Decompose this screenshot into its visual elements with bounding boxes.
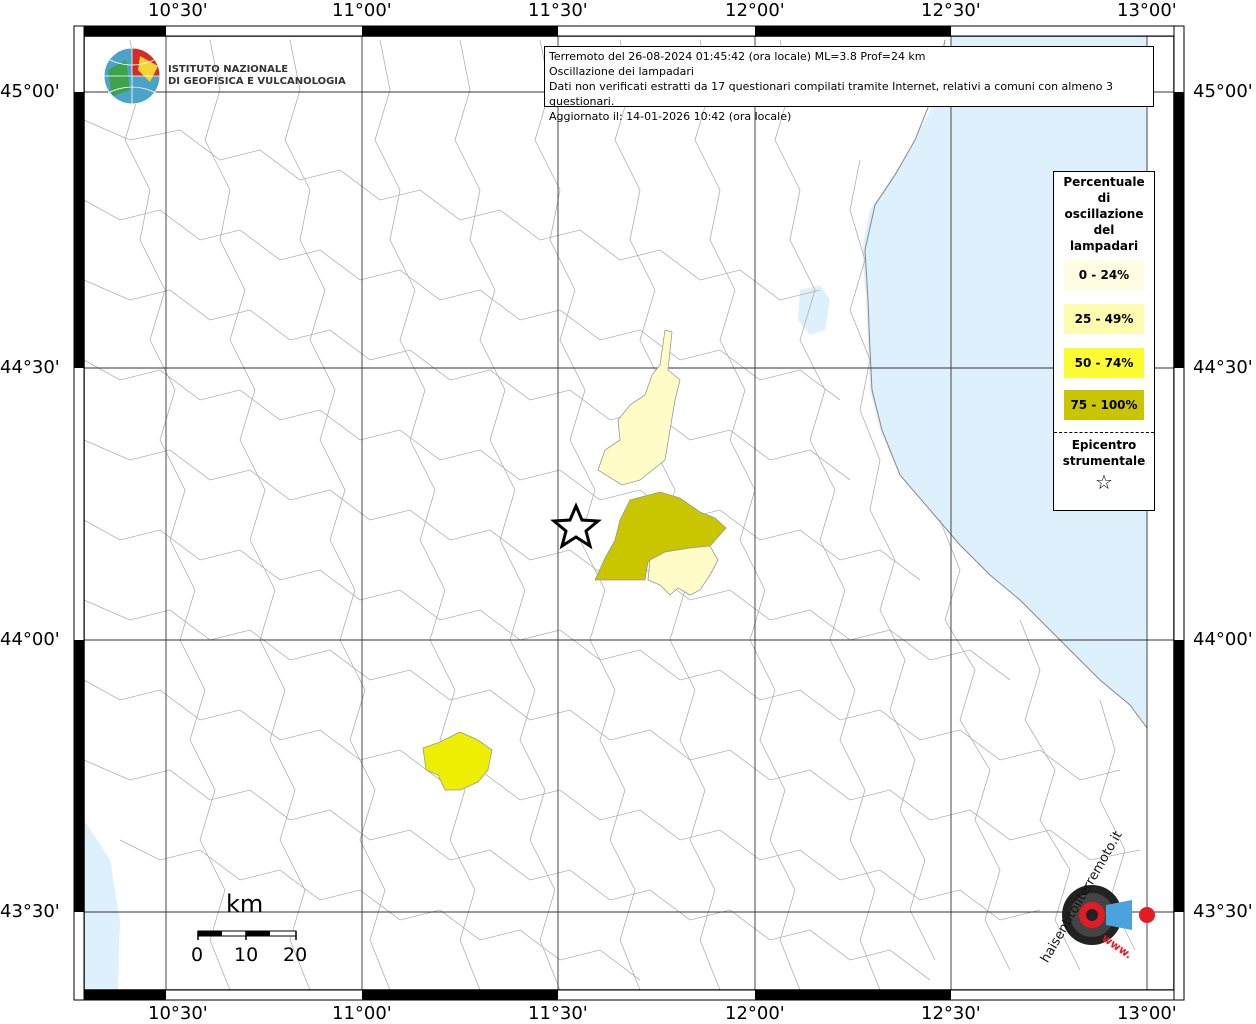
legend-epicenter-label-1: Epicentro [1071,438,1137,452]
epicenter-star [550,502,602,550]
legend-title: Percentuale di oscillazione del lampadar… [1054,174,1154,254]
institute-line-1: ISTITUTO NAZIONALE [168,64,289,75]
scale-tick-0: 0 [191,944,204,966]
map-subject: Oscillazione dei lampadari [549,65,694,78]
scale-unit: km [226,890,264,918]
legend-title-line: di [1097,191,1111,205]
scale-tick-10: 10 [234,944,259,966]
legend-swatch-75-100: 75 - 100% [1064,390,1144,420]
lat-label-right-3: 44°00' [1193,629,1253,650]
lon-label-bottom-3: 11°30' [528,1003,588,1024]
legend-title-line: lampadari [1069,239,1139,253]
lon-label-top-1: 10°30' [148,0,208,21]
scale-bar [197,930,297,940]
institute-name: ISTITUTO NAZIONALE DI GEOFISICA E VULCAN… [168,64,346,88]
lon-label-top-4: 12°00' [725,0,785,21]
legend-swatch-0-24: 0 - 24% [1064,260,1144,290]
data-note: Dati non verificati estratti da 17 quest… [549,80,1114,108]
sea [84,36,1147,990]
legend: Percentuale di oscillazione del lampadar… [1053,171,1155,511]
lon-label-top-2: 11°00' [332,0,392,21]
legend-title-line: del [1093,223,1115,237]
lat-label-right-4: 43°30' [1193,901,1253,922]
legend-swatch-25-49: 25 - 49% [1064,304,1144,334]
legend-swatch-50-74: 50 - 74% [1064,348,1144,378]
lat-label-left-3: 44°00' [0,629,60,650]
area-50-74 [422,731,493,791]
legend-title-line: Percentuale [1063,175,1145,189]
lon-label-bottom-2: 11°00' [332,1003,392,1024]
lat-label-left-2: 44°30' [0,357,60,378]
lon-label-top-6: 13°00' [1117,0,1177,21]
event-title: Terremoto del 26-08-2024 01:45:42 (ora l… [549,50,926,63]
lon-label-bottom-1: 10°30' [148,1003,208,1024]
event-info-box: Terremoto del 26-08-2024 01:45:42 (ora l… [544,46,1154,123]
institute-line-2: DI GEOFISICA E VULCANOLOGIA [168,76,346,87]
lat-label-right-1: 45°00' [1193,81,1253,102]
lon-label-top-3: 11°30' [528,0,588,21]
felt-areas [422,329,727,791]
lat-label-left-1: 45°00' [0,81,60,102]
update-date: Aggiornato il: 14-01-2026 10:42 (ora loc… [549,110,792,123]
lon-label-top-5: 12°30' [921,0,981,21]
ingv-logo [103,47,161,105]
legend-title-line: oscillazione [1064,207,1144,221]
map [73,25,1185,1001]
lon-label-bottom-4: 12°00' [725,1003,785,1024]
scale-tick-20: 20 [283,944,308,966]
area-0-24 [597,329,681,486]
lat-label-right-2: 44°30' [1193,357,1253,378]
lon-label-bottom-6: 13°00' [1117,1003,1177,1024]
lon-label-bottom-5: 12°30' [921,1003,981,1024]
lat-label-left-4: 43°30' [0,901,60,922]
legend-star-icon: ☆ [1095,470,1113,494]
legend-epicenter-label-2: strumentale [1062,454,1146,468]
